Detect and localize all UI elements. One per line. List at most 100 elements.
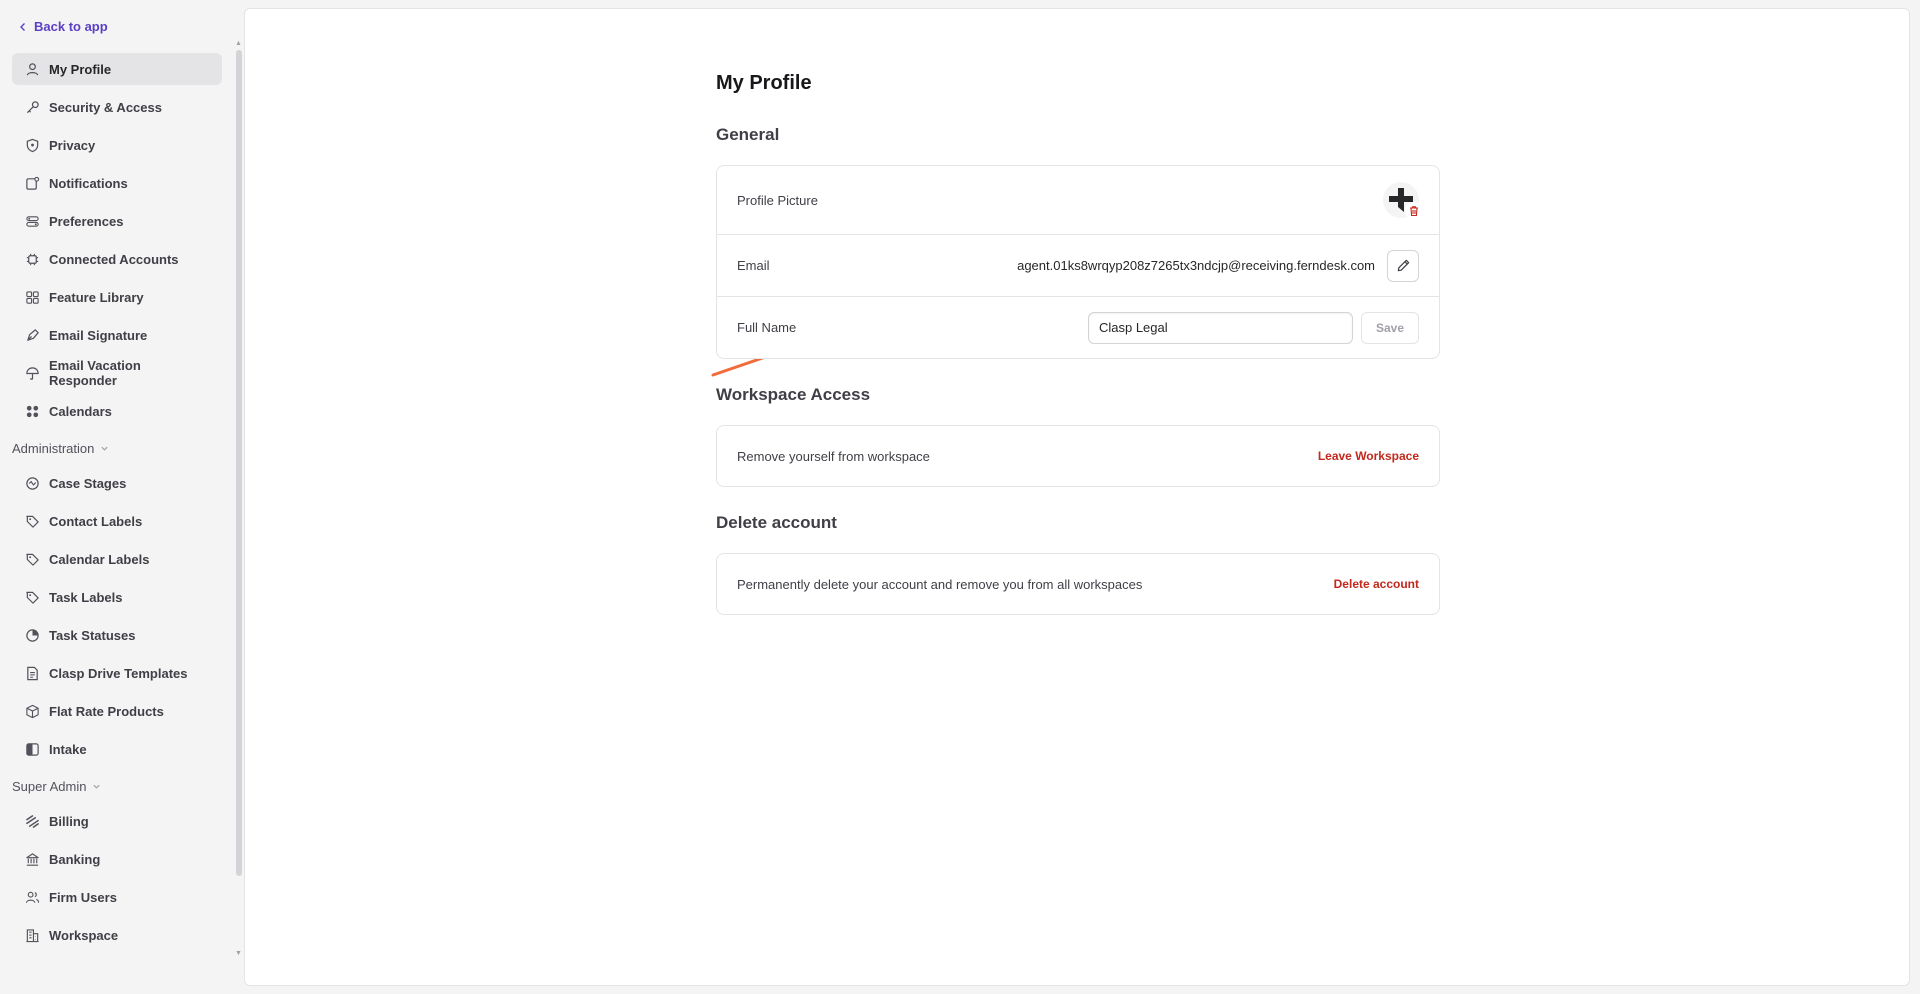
sidebar-item-label: Billing [49, 813, 89, 829]
sidebar-item-label: Contact Labels [49, 513, 143, 529]
full-name-input[interactable] [1087, 311, 1353, 344]
sidebar-item-task-labels[interactable]: Task Labels [12, 581, 222, 613]
sidebar-item-task-statuses[interactable]: Task Statuses [12, 619, 222, 651]
delete-account-text: Permanently delete your account and remo… [737, 576, 1143, 592]
trash-icon [1410, 206, 1418, 217]
workspace-access-text: Remove yourself from workspace [737, 448, 930, 464]
chevron-down-icon [101, 446, 108, 451]
general-section-title: General [716, 125, 780, 144]
sidebar-item-preferences[interactable]: Preferences [12, 205, 222, 237]
apps-icon [24, 403, 40, 419]
sidebar-item-clasp-drive-templates[interactable]: Clasp Drive Templates [12, 657, 222, 689]
sidebar-item-banking[interactable]: Banking [12, 843, 222, 875]
sidebar-item-email-vacation-responder[interactable]: Email Vacation Responder [12, 357, 222, 389]
email-row: Email agent.01ks8wrqyp208z7265tx3ndcjp@r… [717, 234, 1439, 296]
sidebar-item-privacy[interactable]: Privacy [12, 129, 222, 161]
leave-workspace-button[interactable]: Leave Workspace [1318, 449, 1419, 463]
sidebar-item-flat-rate-products[interactable]: Flat Rate Products [12, 695, 222, 727]
back-to-app-link[interactable]: Back to app [18, 19, 108, 34]
sidebar-item-email-signature[interactable]: Email Signature [12, 319, 222, 351]
workspace-access-card: Remove yourself from workspace Leave Wor… [716, 425, 1440, 487]
sidebar-item-label: Connected Accounts [49, 251, 179, 267]
sidebar-item-label: Workspace [49, 927, 119, 943]
sidebar-item-feature-library[interactable]: Feature Library [12, 281, 222, 313]
full-name-group: Save [1087, 311, 1419, 344]
delete-account-button[interactable]: Delete account [1334, 577, 1419, 591]
delete-account-card: Permanently delete your account and remo… [716, 553, 1440, 615]
delete-account-row: Permanently delete your account and remo… [717, 554, 1439, 614]
key-icon [24, 99, 40, 115]
grid-icon [24, 289, 40, 305]
scroll-up-arrow[interactable]: ▲ [235, 40, 242, 47]
sidebar-item-billing[interactable]: Billing [12, 805, 222, 837]
sidebar-item-label: Privacy [49, 137, 96, 153]
sidebar-item-label: Intake [49, 741, 87, 757]
bank-icon [24, 851, 40, 867]
leave-workspace-row: Remove yourself from workspace Leave Wor… [717, 426, 1439, 486]
workspace-access-title: Workspace Access [716, 385, 871, 404]
sidebar-item-contact-labels[interactable]: Contact Labels [12, 505, 222, 537]
avatar-wrap [1383, 182, 1423, 220]
full-name-label: Full Name [737, 320, 797, 335]
sidebar-item-label: Flat Rate Products [49, 703, 164, 719]
sidebar-item-label: Feature Library [49, 289, 144, 305]
document-icon [24, 665, 40, 681]
email-label: Email [737, 258, 770, 273]
tag-icon [24, 589, 40, 605]
toggles-icon [24, 213, 40, 229]
sidebar-item-connected-accounts[interactable]: Connected Accounts [12, 243, 222, 275]
sidebar-item-calendar-labels[interactable]: Calendar Labels [12, 543, 222, 575]
save-name-button[interactable]: Save [1360, 311, 1419, 344]
main-panel: My Profile General Profile Picture Email… [244, 8, 1910, 986]
sidebar-item-label: Firm Users [49, 889, 117, 905]
sidebar-nav: My Profile Security & Access Privacy Notifi… [12, 53, 222, 957]
sidebar-item-label: Email Signature [49, 327, 148, 343]
user-icon [24, 61, 40, 77]
profile-picture-label: Profile Picture [737, 192, 818, 208]
delete-account-title: Delete account [716, 513, 837, 532]
billing-icon [24, 813, 40, 829]
pencil-icon [1397, 259, 1409, 272]
sidebar-item-label: Banking [49, 851, 101, 867]
pen-nib-icon [24, 327, 40, 343]
sidebar-item-label: Case Stages [49, 475, 127, 491]
pie-icon [24, 627, 40, 643]
sidebar-item-label: Email Vacation Responder [49, 358, 141, 388]
tag-icon [24, 513, 40, 529]
sidebar-item-security-and-access[interactable]: Security & Access [12, 91, 222, 123]
general-card: Profile Picture Email agent.01ks8wrqyp20… [716, 165, 1440, 359]
sidebar-item-my-profile[interactable]: My Profile [12, 53, 222, 85]
sidebar-item-calendars[interactable]: Calendars [12, 395, 222, 427]
sidebar-item-label: Task Labels [49, 589, 123, 605]
box-icon [24, 703, 40, 719]
sidebar-item-workspace[interactable]: Workspace [12, 919, 222, 951]
building-icon [24, 927, 40, 943]
scroll-down-arrow[interactable]: ▼ [235, 950, 242, 957]
sidebar-item-case-stages[interactable]: Case Stages [12, 467, 222, 499]
stages-icon [24, 475, 40, 491]
sidebar-item-label: Clasp Drive Templates [49, 665, 188, 681]
sidebar-item-label: Security & Access [49, 99, 162, 115]
sidebar-scrollbar[interactable] [236, 50, 242, 876]
sidebar-item-firm-users[interactable]: Firm Users [12, 881, 222, 913]
delete-avatar-button[interactable] [1405, 202, 1423, 220]
sidebar-item-label: My Profile [49, 61, 112, 77]
super-admin-section-toggle[interactable]: Super Admin [12, 775, 222, 797]
full-name-row: Full Name Save [717, 296, 1439, 358]
sidebar-item-label: Calendar Labels [49, 551, 150, 567]
sidebar-item-label: Notifications [49, 175, 128, 191]
email-value-group: agent.01ks8wrqyp208z7265tx3ndcjp@receivi… [1017, 249, 1419, 282]
sidebar-item-label: Calendars [49, 403, 112, 419]
chip-icon [24, 251, 40, 267]
users-icon [24, 889, 40, 905]
administration-section-toggle[interactable]: Administration [12, 437, 222, 459]
settings-sidebar: Back to app My Profile Security & Access P… [0, 0, 244, 994]
notification-icon [24, 175, 40, 191]
chevron-left-icon [20, 22, 25, 31]
sidebar-item-label: Preferences [49, 213, 124, 229]
edit-email-button[interactable] [1387, 249, 1419, 282]
sidebar-item-notifications[interactable]: Notifications [12, 167, 222, 199]
sidebar-item-intake[interactable]: Intake [12, 733, 222, 765]
tag-icon [24, 551, 40, 567]
intake-icon [24, 741, 40, 757]
